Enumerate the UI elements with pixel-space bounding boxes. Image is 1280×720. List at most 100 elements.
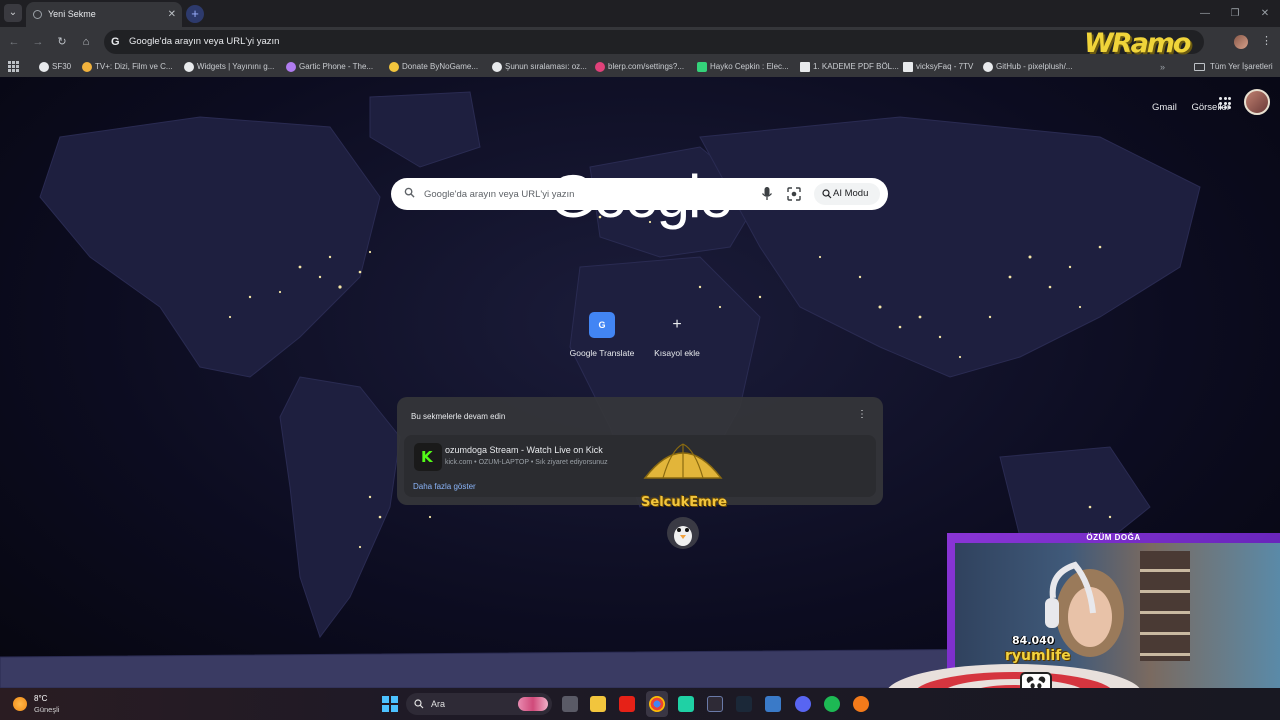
pen-icon[interactable]: [707, 696, 723, 712]
file-explorer-icon[interactable]: [590, 696, 606, 712]
bookmark-label: SF30: [52, 62, 72, 71]
steam-icon[interactable]: [736, 696, 752, 712]
sun-icon[interactable]: [13, 697, 27, 711]
github-icon: [983, 62, 993, 72]
tab-item-subtitle: kick.com • OZUM-LAPTOP • Sık ziyaret edi…: [445, 459, 608, 466]
follower-count: 84.040: [1012, 634, 1055, 647]
shortcut-google-translate[interactable]: G Google Translate: [562, 307, 642, 358]
shortcut-label: Google Translate: [569, 348, 635, 358]
bookmark-item[interactable]: Gartic Phone - The...: [286, 57, 373, 77]
bookmark-item[interactable]: Donate ByNoGame...: [389, 57, 478, 77]
bookmark-item[interactable]: Widgets | Yayınını g...: [184, 57, 274, 77]
bookmark-item[interactable]: GitHub - pixelplush/...: [983, 57, 1072, 77]
bookmark-label: GitHub - pixelplush/...: [996, 62, 1073, 71]
show-more-link[interactable]: Daha fazla göster: [413, 482, 476, 491]
shortcut-add[interactable]: + Kısayol ekle: [637, 307, 717, 358]
widgets-icon: [184, 62, 194, 72]
bookmark-item[interactable]: Hayko Cepkin : Elec...: [697, 57, 789, 77]
new-tab-button[interactable]: +: [186, 5, 204, 23]
photos-icon[interactable]: [765, 696, 781, 712]
blerp-icon: [595, 62, 605, 72]
tab-new-tab[interactable]: Yeni Sekme ✕: [26, 2, 182, 27]
document-icon: [800, 62, 810, 72]
folder-icon: [1194, 63, 1205, 71]
forward-button[interactable]: →: [30, 34, 46, 50]
tab-title: Yeni Sekme: [48, 9, 96, 19]
bookmark-item[interactable]: vicksyFaq - 7TV: [903, 57, 973, 77]
plus-icon: +: [672, 316, 682, 333]
continue-card-title: Bu sekmelerle devam edin: [411, 412, 506, 421]
search-icon: [404, 187, 415, 198]
bookmark-label: vicksyFaq - 7TV: [916, 62, 974, 71]
7tv-icon: [903, 62, 913, 72]
google-apps-icon[interactable]: [1219, 97, 1231, 109]
chrome-icon[interactable]: [649, 696, 665, 712]
continue-tab-item[interactable]: K ozumdoga Stream - Watch Live on Kick k…: [404, 435, 876, 497]
all-bookmarks-folder[interactable]: Tüm Yer İşaretleri: [1194, 57, 1273, 77]
tab-close-icon[interactable]: ✕: [168, 2, 176, 27]
bookmark-label: blerp.com/settings?...: [608, 62, 685, 71]
google-g-icon: G: [111, 36, 120, 48]
task-view-icon[interactable]: [562, 696, 578, 712]
address-bar-text: Google'da arayın veya URL'yi yazın: [129, 36, 280, 47]
taskbar-search[interactable]: Ara: [406, 693, 552, 715]
new-tab-favicon-icon: [33, 10, 42, 19]
bookmark-label: Şunun sıralaması: oz...: [505, 62, 587, 71]
ai-sparkle-icon: [822, 189, 832, 199]
account-avatar[interactable]: [1244, 89, 1270, 115]
globe-icon: [39, 62, 49, 72]
minimize-button[interactable]: —: [1190, 0, 1220, 27]
music-icon: [697, 62, 707, 72]
tab-item-title: ozumdoga Stream - Watch Live on Kick: [445, 445, 603, 455]
youtube-icon[interactable]: [619, 696, 635, 712]
bookmark-item[interactable]: SF30: [39, 57, 71, 77]
donate-icon: [389, 62, 399, 72]
ai-mode-button[interactable]: AI Modu: [814, 183, 880, 205]
app-icon[interactable]: [678, 696, 694, 712]
reload-button[interactable]: ↻: [54, 34, 70, 50]
home-button[interactable]: ⌂: [78, 34, 94, 50]
apps-grid-icon[interactable]: [8, 61, 19, 72]
bookmarks-overflow-button[interactable]: »: [1160, 57, 1165, 77]
lightning-app-icon[interactable]: [853, 696, 869, 712]
search-input[interactable]: [424, 184, 754, 204]
bookmark-item[interactable]: Şunun sıralaması: oz...: [492, 57, 587, 77]
bookmark-item[interactable]: 1. KADEME PDF BÖL...: [800, 57, 899, 77]
bookmark-item[interactable]: TV+: Dizi, Film ve C...: [82, 57, 173, 77]
stream-username: ryumlife: [1005, 648, 1071, 664]
continue-tabs-card: Bu sekmelerle devam edin ⋮ K ozumdoga St…: [397, 397, 883, 505]
search-highlight-image: [518, 697, 548, 711]
folder-label: Tüm Yer İşaretleri: [1210, 62, 1273, 71]
bookmark-label: TV+: Dizi, Film ve C...: [95, 62, 173, 71]
kick-icon: K: [414, 443, 442, 471]
bookmarks-bar: SF30 TV+: Dizi, Film ve C... Widgets | Y…: [0, 57, 1280, 77]
profile-avatar[interactable]: [1234, 35, 1248, 49]
webcam-title: ÖZÜM DOĞA: [1086, 533, 1141, 542]
address-bar[interactable]: G Google'da arayın veya URL'yi yazın: [104, 30, 1204, 54]
back-button[interactable]: ←: [6, 34, 22, 50]
microphone-icon[interactable]: [760, 186, 774, 202]
card-menu-icon[interactable]: ⋮: [857, 409, 867, 420]
spotify-icon[interactable]: [824, 696, 840, 712]
windows-start-icon[interactable]: [382, 696, 398, 712]
discord-icon[interactable]: [795, 696, 811, 712]
translate-icon: G: [589, 312, 615, 338]
tv-icon: [82, 62, 92, 72]
chrome-menu-icon[interactable]: ⋮: [1261, 34, 1272, 47]
bookmark-label: Hayko Cepkin : Elec...: [710, 62, 789, 71]
gmail-link[interactable]: Gmail: [1152, 102, 1177, 113]
bookmark-item[interactable]: blerp.com/settings?...: [595, 57, 684, 77]
tab-search-button[interactable]: ⌄: [4, 4, 22, 22]
shortcut-label: Kısayol ekle: [654, 348, 700, 358]
weather-temperature: 8°C: [34, 694, 48, 703]
close-window-button[interactable]: ✕: [1250, 0, 1280, 27]
google-lens-icon[interactable]: [787, 187, 801, 201]
taskbar-search-label: Ara: [431, 699, 446, 709]
tab-strip: ⌄ Yeni Sekme ✕ + — ❐ ✕: [0, 0, 1280, 27]
windows-taskbar: 8°C Güneşli Ara: [0, 688, 1280, 720]
ranking-icon: [492, 62, 502, 72]
top-links: Gmail Görseller: [1140, 102, 1230, 113]
restore-button[interactable]: ❐: [1220, 0, 1250, 27]
penguin-icon: [667, 517, 699, 549]
phone-icon: [286, 62, 296, 72]
